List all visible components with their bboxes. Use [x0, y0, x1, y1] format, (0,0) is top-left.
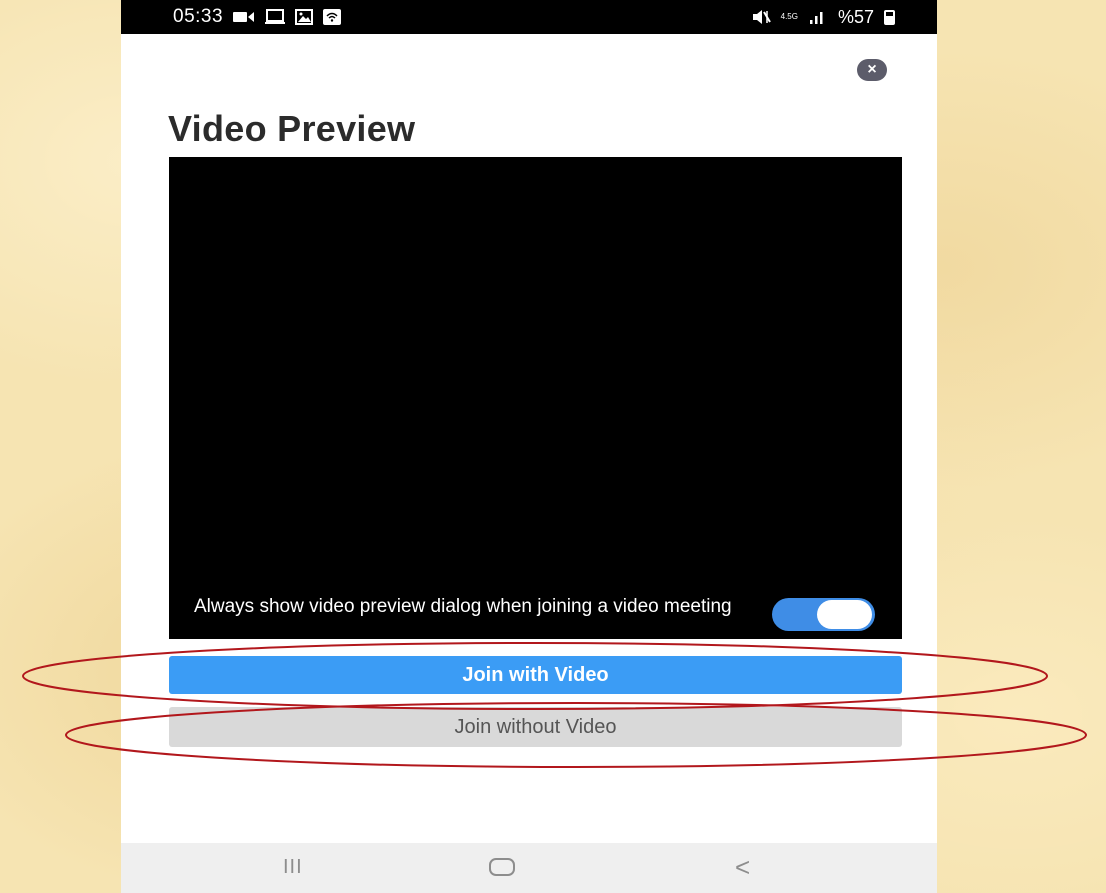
network-type-icon: 4.5G: [780, 12, 798, 21]
preview-toggle[interactable]: [772, 598, 875, 631]
recents-icon[interactable]: III: [283, 856, 303, 879]
home-icon[interactable]: [489, 858, 515, 876]
cast-icon: [265, 9, 286, 25]
status-bar: 05:33 4.5G %57: [121, 0, 937, 34]
status-left: 05:33: [173, 6, 342, 28]
video-call-icon: [233, 11, 255, 23]
status-right: 4.5G %57: [752, 6, 895, 28]
close-icon: ×: [867, 61, 877, 78]
battery-percent: %57: [837, 6, 874, 27]
preview-option-label: Always show video preview dialog when jo…: [194, 596, 732, 617]
toggle-knob: [817, 600, 872, 629]
video-preview-area: Always show video preview dialog when jo…: [169, 157, 902, 639]
back-icon[interactable]: <: [735, 852, 750, 883]
close-button[interactable]: ×: [857, 59, 887, 81]
join-with-video-button[interactable]: Join with Video: [169, 656, 902, 694]
mute-icon: [752, 10, 771, 24]
signal-icon: [808, 10, 828, 24]
battery-icon: [884, 9, 895, 25]
gallery-icon: [295, 9, 314, 25]
join-without-video-button[interactable]: Join without Video: [169, 707, 902, 747]
navigation-bar: III <: [121, 843, 937, 893]
wifi-icon: [323, 9, 342, 25]
status-time: 05:33: [173, 6, 224, 27]
phone-screen: 05:33 4.5G %57 × Video Preview Always sh…: [121, 0, 937, 893]
page-title: Video Preview: [168, 108, 416, 149]
